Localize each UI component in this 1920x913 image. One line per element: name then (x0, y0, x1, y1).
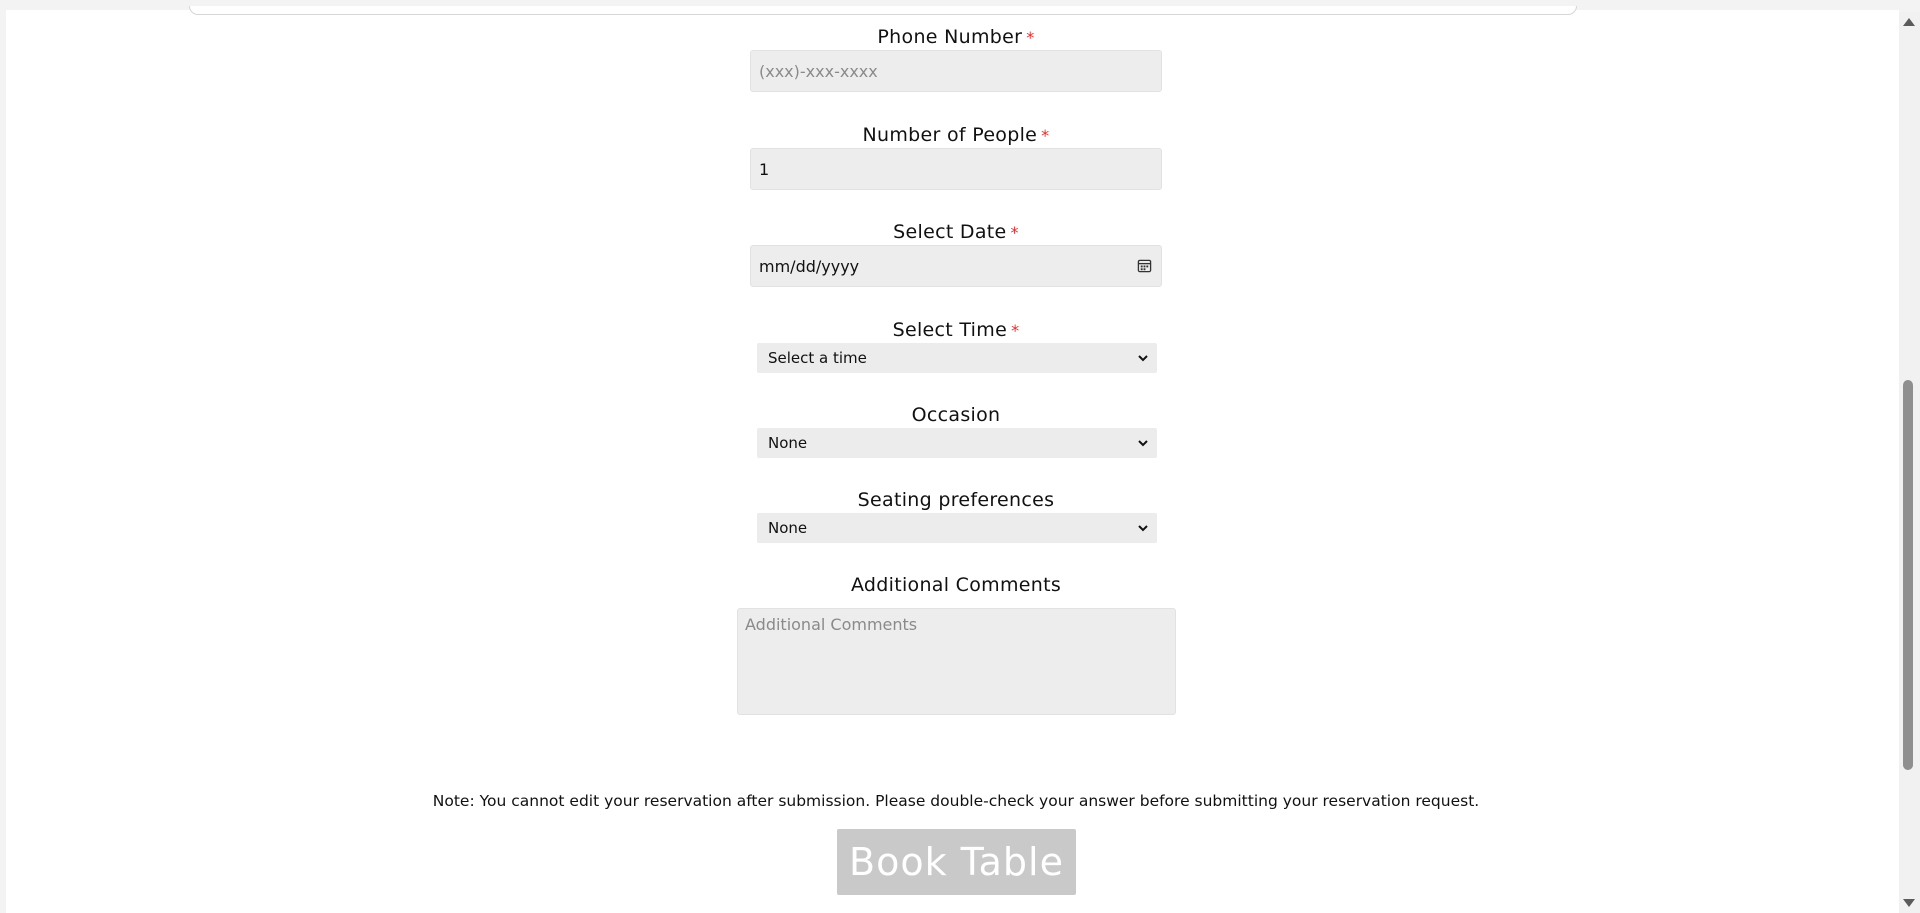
reservation-page: Phone Number * (xxx)-xxx-xxxx Number of P… (6, 6, 1899, 913)
book-table-button[interactable]: Book Table (837, 829, 1076, 895)
people-label: Number of People * (6, 124, 1906, 146)
browser-viewport: Phone Number * (xxx)-xxx-xxxx Number of P… (0, 0, 1920, 913)
scroll-up-arrow-icon[interactable] (1903, 18, 1915, 26)
seating-label: Seating preferences (6, 489, 1906, 511)
scroll-down-arrow-icon[interactable] (1903, 899, 1915, 907)
calendar-icon[interactable] (1137, 258, 1152, 273)
submission-note: Note: You cannot edit your reservation a… (432, 792, 1480, 810)
time-label: Select Time * (6, 319, 1906, 341)
required-mark: * (1010, 223, 1019, 242)
required-mark: * (1011, 321, 1020, 340)
people-value: 1 (759, 159, 770, 179)
required-mark: * (1026, 28, 1035, 47)
chevron-down-icon (1138, 525, 1148, 532)
people-label-text: Number of People (862, 124, 1038, 146)
required-mark: * (1041, 126, 1050, 145)
people-input[interactable]: 1 (750, 148, 1162, 190)
top-card-edge (189, 6, 1577, 15)
seating-selected: None (768, 519, 808, 537)
occasion-select[interactable]: None (757, 428, 1157, 458)
phone-placeholder: (xxx)-xxx-xxxx (759, 61, 878, 81)
date-placeholder: mm/dd/yyyy (759, 256, 860, 276)
comments-label-text: Additional Comments (850, 574, 1062, 596)
comments-placeholder: Additional Comments (745, 615, 918, 634)
seating-label-text: Seating preferences (857, 489, 1055, 511)
occasion-selected: None (768, 434, 808, 452)
comments-label: Additional Comments (6, 574, 1906, 596)
date-label: Select Date * (6, 221, 1906, 243)
seating-select[interactable]: None (757, 513, 1157, 543)
date-input[interactable]: mm/dd/yyyy (750, 245, 1162, 287)
occasion-label-text: Occasion (911, 404, 1001, 426)
phone-input[interactable]: (xxx)-xxx-xxxx (750, 50, 1162, 92)
time-selected: Select a time (768, 349, 867, 367)
time-select[interactable]: Select a time (757, 343, 1157, 373)
date-label-text: Select Date (893, 221, 1007, 243)
phone-label-text: Phone Number (877, 26, 1023, 48)
chevron-down-icon (1138, 355, 1148, 362)
vertical-scrollbar[interactable] (1899, 12, 1920, 913)
time-label-text: Select Time (892, 319, 1008, 341)
scroll-thumb[interactable] (1903, 380, 1913, 770)
occasion-label: Occasion (6, 404, 1906, 426)
chevron-down-icon (1138, 440, 1148, 447)
phone-label: Phone Number * (6, 26, 1906, 48)
comments-textarea[interactable]: Additional Comments (737, 608, 1176, 715)
